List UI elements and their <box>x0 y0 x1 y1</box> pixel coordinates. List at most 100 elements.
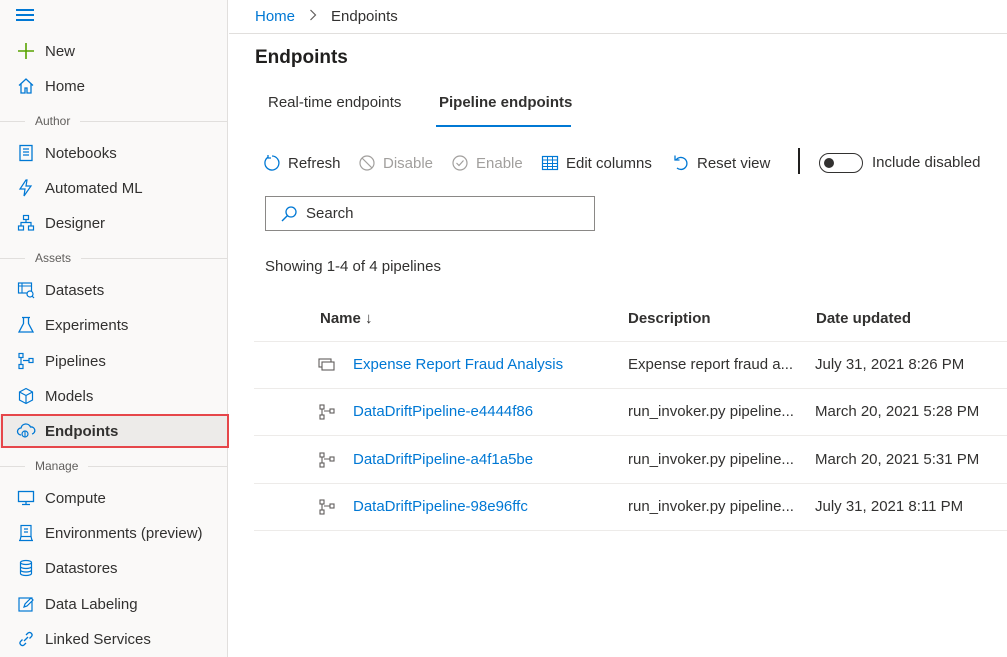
column-header-description[interactable]: Description <box>628 310 711 327</box>
disable-label: Disable <box>383 154 434 172</box>
sidebar-item-label: Notebooks <box>45 144 117 162</box>
sidebar-item-label: Compute <box>45 489 106 507</box>
sidebar-item-label: Pipelines <box>45 352 106 370</box>
toggle-knob <box>824 158 834 168</box>
check-circle-icon <box>450 153 470 173</box>
sidebar-item-label: Endpoints <box>45 422 119 440</box>
hamburger-menu-icon[interactable] <box>16 9 36 23</box>
pipeline-name-link[interactable]: Expense Report Fraud Analysis <box>353 356 563 373</box>
sidebar-item-new[interactable]: New <box>0 34 228 68</box>
home-icon <box>16 76 36 96</box>
table-row[interactable]: Expense Report Fraud Analysis Expense re… <box>254 342 1007 389</box>
sidebar-item-label: Linked Services <box>45 630 151 648</box>
sidebar-item-linked-services[interactable]: Linked Services <box>0 622 228 656</box>
breadcrumb: Home Endpoints <box>229 0 1007 34</box>
cube-icon <box>16 386 36 406</box>
pipeline-icon <box>318 452 336 468</box>
pipeline-icon <box>318 404 336 420</box>
block-icon <box>357 153 377 173</box>
pipeline-description: run_invoker.py pipeline... <box>628 403 794 420</box>
tab-pipeline-endpoints[interactable]: Pipeline endpoints <box>439 94 572 128</box>
pipeline-date-updated: March 20, 2021 5:31 PM <box>815 451 980 468</box>
sidebar-item-label: Datastores <box>45 559 118 577</box>
sidebar-item-models[interactable]: Models <box>0 379 228 413</box>
tab-active-indicator <box>436 125 571 127</box>
sidebar-item-home[interactable]: Home <box>0 69 228 103</box>
column-header-date-updated[interactable]: Date updated <box>816 310 911 327</box>
sidebar-item-automated-ml[interactable]: Automated ML <box>0 171 228 205</box>
automl-icon <box>16 178 36 198</box>
breadcrumb-home-link[interactable]: Home <box>255 8 295 25</box>
sidebar-item-experiments[interactable]: Experiments <box>0 308 228 342</box>
table-row[interactable]: DataDriftPipeline-e4444f86 run_invoker.p… <box>254 389 1007 436</box>
sidebar-item-label: New <box>45 42 76 60</box>
sidebar-item-label: Automated ML <box>45 179 143 197</box>
sidebar-item-compute[interactable]: Compute <box>0 481 228 515</box>
table-header: Name ↓ Description Date updated <box>254 298 1007 342</box>
sidebar-item-endpoints[interactable]: Endpoints <box>0 414 228 448</box>
page-title: Endpoints <box>255 47 348 68</box>
refresh-label: Refresh <box>288 154 341 172</box>
disable-button[interactable]: Disable <box>357 150 433 176</box>
pipeline-description: run_invoker.py pipeline... <box>628 451 794 468</box>
database-icon <box>16 558 36 578</box>
sidebar-item-datasets[interactable]: Datasets <box>0 273 228 307</box>
sidebar-item-label: Models <box>45 387 94 405</box>
edit-icon <box>16 594 36 614</box>
pipeline-name-link[interactable]: DataDriftPipeline-a4f1a5be <box>353 451 533 468</box>
section-label: Author <box>35 114 71 128</box>
pipeline-date-updated: July 31, 2021 8:11 PM <box>815 498 964 515</box>
sidebar-item-label: Experiments <box>45 316 129 334</box>
designer-icon <box>16 213 36 233</box>
sidebar-item-pipelines[interactable]: Pipelines <box>0 344 228 378</box>
undo-icon <box>671 153 691 173</box>
column-header-name[interactable]: Name ↓ <box>320 310 373 327</box>
sidebar-item-environments[interactable]: Environments (preview) <box>0 516 228 550</box>
search-input[interactable] <box>306 205 576 222</box>
table-columns-icon <box>540 153 560 173</box>
section-label: Assets <box>35 251 72 265</box>
pipeline-name-link[interactable]: DataDriftPipeline-98e96ffc <box>353 498 528 515</box>
sidebar-item-label: Home <box>45 77 86 95</box>
sidebar: New Home Author Notebooks Automated ML D… <box>0 0 229 657</box>
pipeline-name-link[interactable]: DataDriftPipeline-e4444f86 <box>353 403 533 420</box>
environment-icon <box>16 523 36 543</box>
sidebar-item-data-labeling[interactable]: Data Labeling <box>0 587 228 621</box>
section-manage: Manage <box>0 458 228 474</box>
sidebar-item-designer[interactable]: Designer <box>0 206 228 240</box>
sidebar-item-notebooks[interactable]: Notebooks <box>0 136 228 170</box>
chevron-right-icon <box>309 9 317 24</box>
enable-label: Enable <box>476 154 523 172</box>
reset-view-button[interactable]: Reset view <box>671 150 770 176</box>
pipeline-date-updated: March 20, 2021 5:28 PM <box>815 403 980 420</box>
pipeline-description: run_invoker.py pipeline... <box>628 498 794 515</box>
edit-columns-button[interactable]: Edit columns <box>540 150 652 176</box>
search-box[interactable] <box>265 196 595 231</box>
breadcrumb-current: Endpoints <box>331 8 398 25</box>
cloud-endpoint-icon <box>16 421 36 441</box>
section-assets: Assets <box>0 250 228 266</box>
sidebar-item-label: Environments (preview) <box>45 524 203 542</box>
section-author: Author <box>0 113 228 129</box>
pipeline-icon <box>16 351 36 371</box>
sidebar-item-datastores[interactable]: Datastores <box>0 551 228 585</box>
sidebar-item-label: Designer <box>45 214 106 232</box>
table-row[interactable]: DataDriftPipeline-98e96ffc run_invoker.p… <box>254 484 1007 531</box>
notebook-icon <box>16 143 36 163</box>
pipeline-date-updated: July 31, 2021 8:26 PM <box>815 356 965 373</box>
toolbar-divider <box>798 148 800 174</box>
flask-icon <box>16 315 36 335</box>
monitor-icon <box>16 488 36 508</box>
reset-view-label: Reset view <box>697 154 771 172</box>
enable-button[interactable]: Enable <box>450 150 523 176</box>
sidebar-item-label: Datasets <box>45 281 105 299</box>
search-icon <box>280 205 298 223</box>
tab-real-time-endpoints[interactable]: Real-time endpoints <box>268 94 401 128</box>
pipeline-description: Expense report fraud a... <box>628 356 794 373</box>
table-row[interactable]: DataDriftPipeline-a4f1a5be run_invoker.p… <box>254 437 1007 484</box>
pipeline-draft-icon <box>318 357 336 373</box>
include-disabled-toggle[interactable] <box>819 153 863 173</box>
refresh-button[interactable]: Refresh <box>262 150 341 176</box>
dataset-icon <box>16 280 36 300</box>
include-disabled-label: Include disabled <box>872 154 981 171</box>
